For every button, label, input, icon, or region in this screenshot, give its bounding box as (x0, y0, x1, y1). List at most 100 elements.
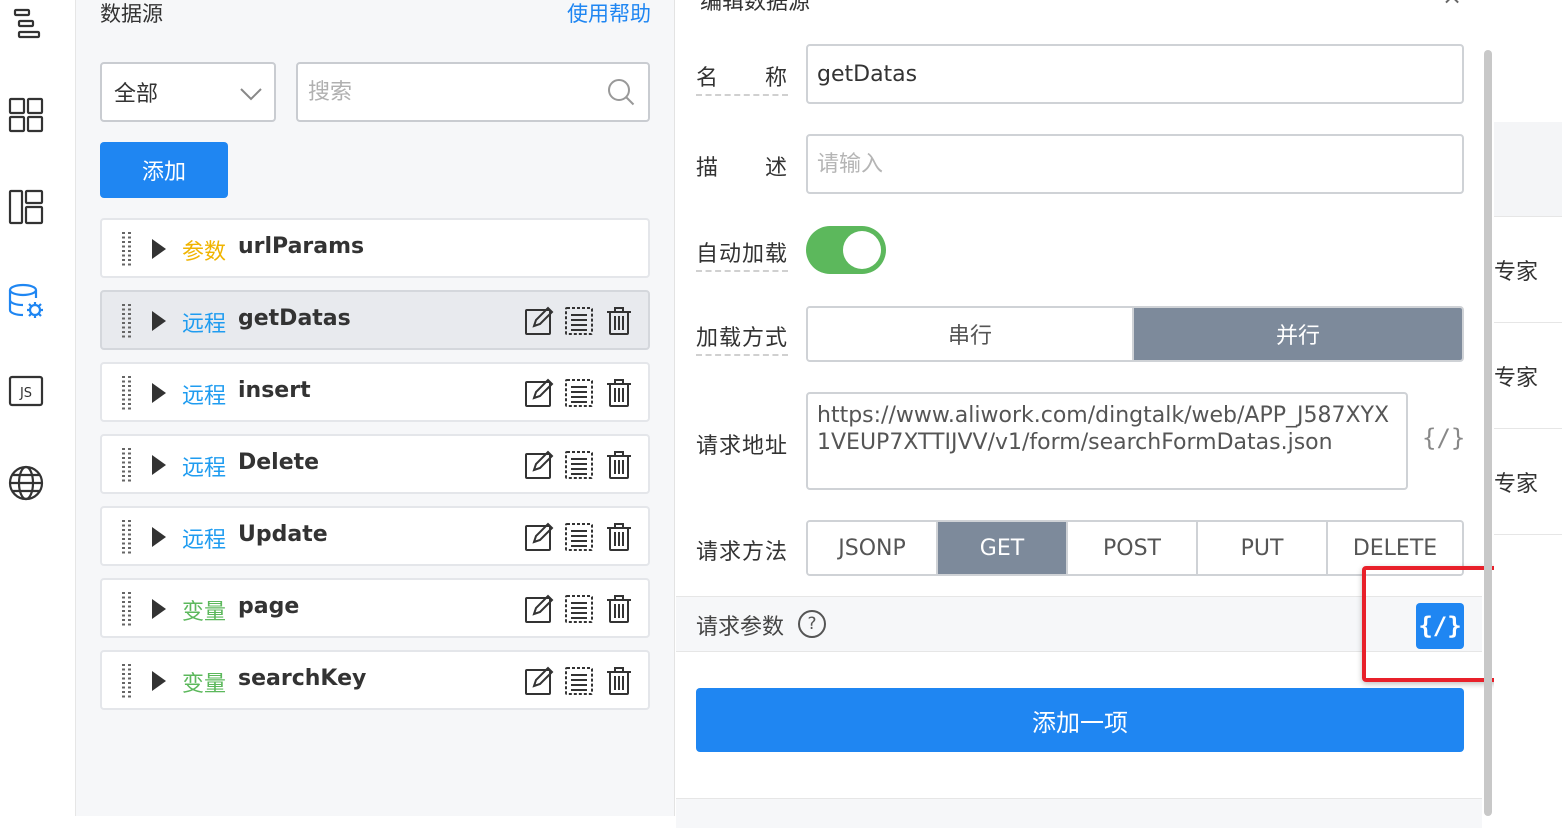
copy-icon[interactable] (564, 306, 594, 336)
expand-arrow-icon[interactable] (152, 599, 166, 619)
editor-scrollbar[interactable] (1484, 50, 1492, 816)
data-source-icon[interactable] (7, 282, 45, 320)
layout-panels-icon[interactable] (7, 188, 45, 226)
description-input[interactable] (817, 151, 1453, 177)
data-source-kind: 远程 (182, 528, 227, 553)
method-label: 请求方法 (696, 540, 789, 565)
method-option-post[interactable]: POST (1068, 522, 1198, 574)
help-question-icon[interactable]: ? (798, 610, 826, 638)
data-source-item[interactable]: 变量 searchKey (100, 650, 650, 710)
method-option-jsonp[interactable]: JSONP (808, 522, 938, 574)
name-input[interactable] (817, 61, 1453, 87)
add-item-button[interactable]: 添加一项 (696, 688, 1464, 752)
copy-icon[interactable] (564, 450, 594, 480)
drag-handle-icon[interactable] (120, 376, 134, 416)
edit-icon[interactable] (524, 666, 554, 696)
data-source-kind: 远程 (182, 384, 227, 409)
name-field[interactable] (806, 44, 1464, 104)
filter-value: 全部 (114, 82, 159, 107)
right-list-divider (1494, 534, 1562, 535)
data-source-panel: 数据源 使用帮助 全部 添加 参数 urlParams 远程 getDatas 远程 in… (76, 0, 675, 816)
delete-icon[interactable] (604, 450, 634, 480)
autoload-label: 自动加载 (696, 236, 789, 272)
add-data-source-button[interactable]: 添加 (100, 142, 228, 198)
type-filter-select[interactable]: 全部 (100, 62, 276, 122)
data-source-name: insert (238, 378, 311, 403)
components-grid-icon[interactable] (7, 96, 45, 134)
load-mode-option[interactable]: 串行 (808, 308, 1134, 360)
expand-arrow-icon[interactable] (152, 455, 166, 475)
delete-icon[interactable] (604, 306, 634, 336)
name-label: 名 称 (696, 60, 789, 96)
drag-handle-icon[interactable] (120, 232, 134, 272)
next-section-row (676, 798, 1482, 828)
data-source-item[interactable]: 远程 insert (100, 362, 650, 422)
expand-arrow-icon[interactable] (152, 383, 166, 403)
icon-rail: JS (0, 0, 76, 816)
data-source-kind: 参数 (182, 240, 227, 265)
delete-icon[interactable] (604, 666, 634, 696)
data-source-name: searchKey (238, 666, 367, 691)
outline-tree-icon[interactable] (7, 4, 45, 42)
toggle-knob (843, 231, 881, 269)
edit-icon[interactable] (524, 594, 554, 624)
drag-handle-icon[interactable] (120, 448, 134, 488)
expand-arrow-icon[interactable] (152, 671, 166, 691)
url-code-toggle-icon[interactable]: {/} (1422, 424, 1465, 452)
data-source-item[interactable]: 远程 Delete (100, 434, 650, 494)
drag-handle-icon[interactable] (120, 520, 134, 560)
autoload-toggle[interactable] (806, 226, 886, 274)
edit-icon[interactable] (524, 306, 554, 336)
panel-header: 数据源 使用帮助 (76, 0, 675, 42)
expand-arrow-icon[interactable] (152, 311, 166, 331)
item-actions (524, 378, 634, 408)
expand-arrow-icon[interactable] (152, 527, 166, 547)
js-code-icon[interactable]: JS (7, 372, 45, 410)
params-label: 请求参数 (696, 615, 785, 640)
delete-icon[interactable] (604, 522, 634, 552)
data-source-item[interactable]: 参数 urlParams (100, 218, 650, 278)
load-mode-option[interactable]: 并行 (1134, 308, 1462, 360)
data-source-item[interactable]: 变量 page (100, 578, 650, 638)
drag-handle-icon[interactable] (120, 304, 134, 344)
url-label: 请求地址 (696, 434, 789, 459)
delete-icon[interactable] (604, 378, 634, 408)
globe-icon[interactable] (7, 464, 45, 502)
editor-title: 编辑数据源 (700, 0, 811, 15)
right-list-item[interactable]: 专家 (1494, 216, 1562, 322)
copy-icon[interactable] (564, 522, 594, 552)
right-list-item[interactable]: 专家 (1494, 428, 1562, 534)
description-field[interactable] (806, 134, 1464, 194)
help-link[interactable]: 使用帮助 (567, 0, 651, 28)
copy-icon[interactable] (564, 378, 594, 408)
copy-icon[interactable] (564, 594, 594, 624)
expand-arrow-icon[interactable] (152, 239, 166, 259)
search-input[interactable] (308, 79, 598, 105)
item-actions (524, 666, 634, 696)
data-source-item[interactable]: 远程 Update (100, 506, 650, 566)
drag-handle-icon[interactable] (120, 664, 134, 704)
item-actions (524, 594, 634, 624)
right-list-item[interactable]: 专家 (1494, 322, 1562, 428)
search-icon[interactable] (606, 77, 636, 113)
edit-icon[interactable] (524, 522, 554, 552)
data-source-name: page (238, 594, 300, 619)
edit-icon[interactable] (524, 450, 554, 480)
url-textarea[interactable]: https://www.aliwork.com/dingtalk/web/APP… (806, 392, 1408, 490)
edit-icon[interactable] (524, 378, 554, 408)
item-actions (524, 306, 634, 336)
copy-icon[interactable] (564, 666, 594, 696)
delete-icon[interactable] (604, 594, 634, 624)
data-source-kind: 远程 (182, 312, 227, 337)
data-source-kind: 变量 (182, 600, 227, 625)
data-source-item[interactable]: 远程 getDatas (100, 290, 650, 350)
search-box[interactable] (296, 62, 650, 122)
method-option-get[interactable]: GET (938, 522, 1068, 574)
close-icon[interactable]: × (1442, 0, 1462, 10)
method-option-put[interactable]: PUT (1198, 522, 1328, 574)
drag-handle-icon[interactable] (120, 592, 134, 632)
load-mode-label: 加载方式 (696, 320, 789, 356)
data-source-name: urlParams (238, 234, 365, 259)
data-source-name: getDatas (238, 306, 351, 331)
data-source-name: Delete (238, 450, 320, 475)
